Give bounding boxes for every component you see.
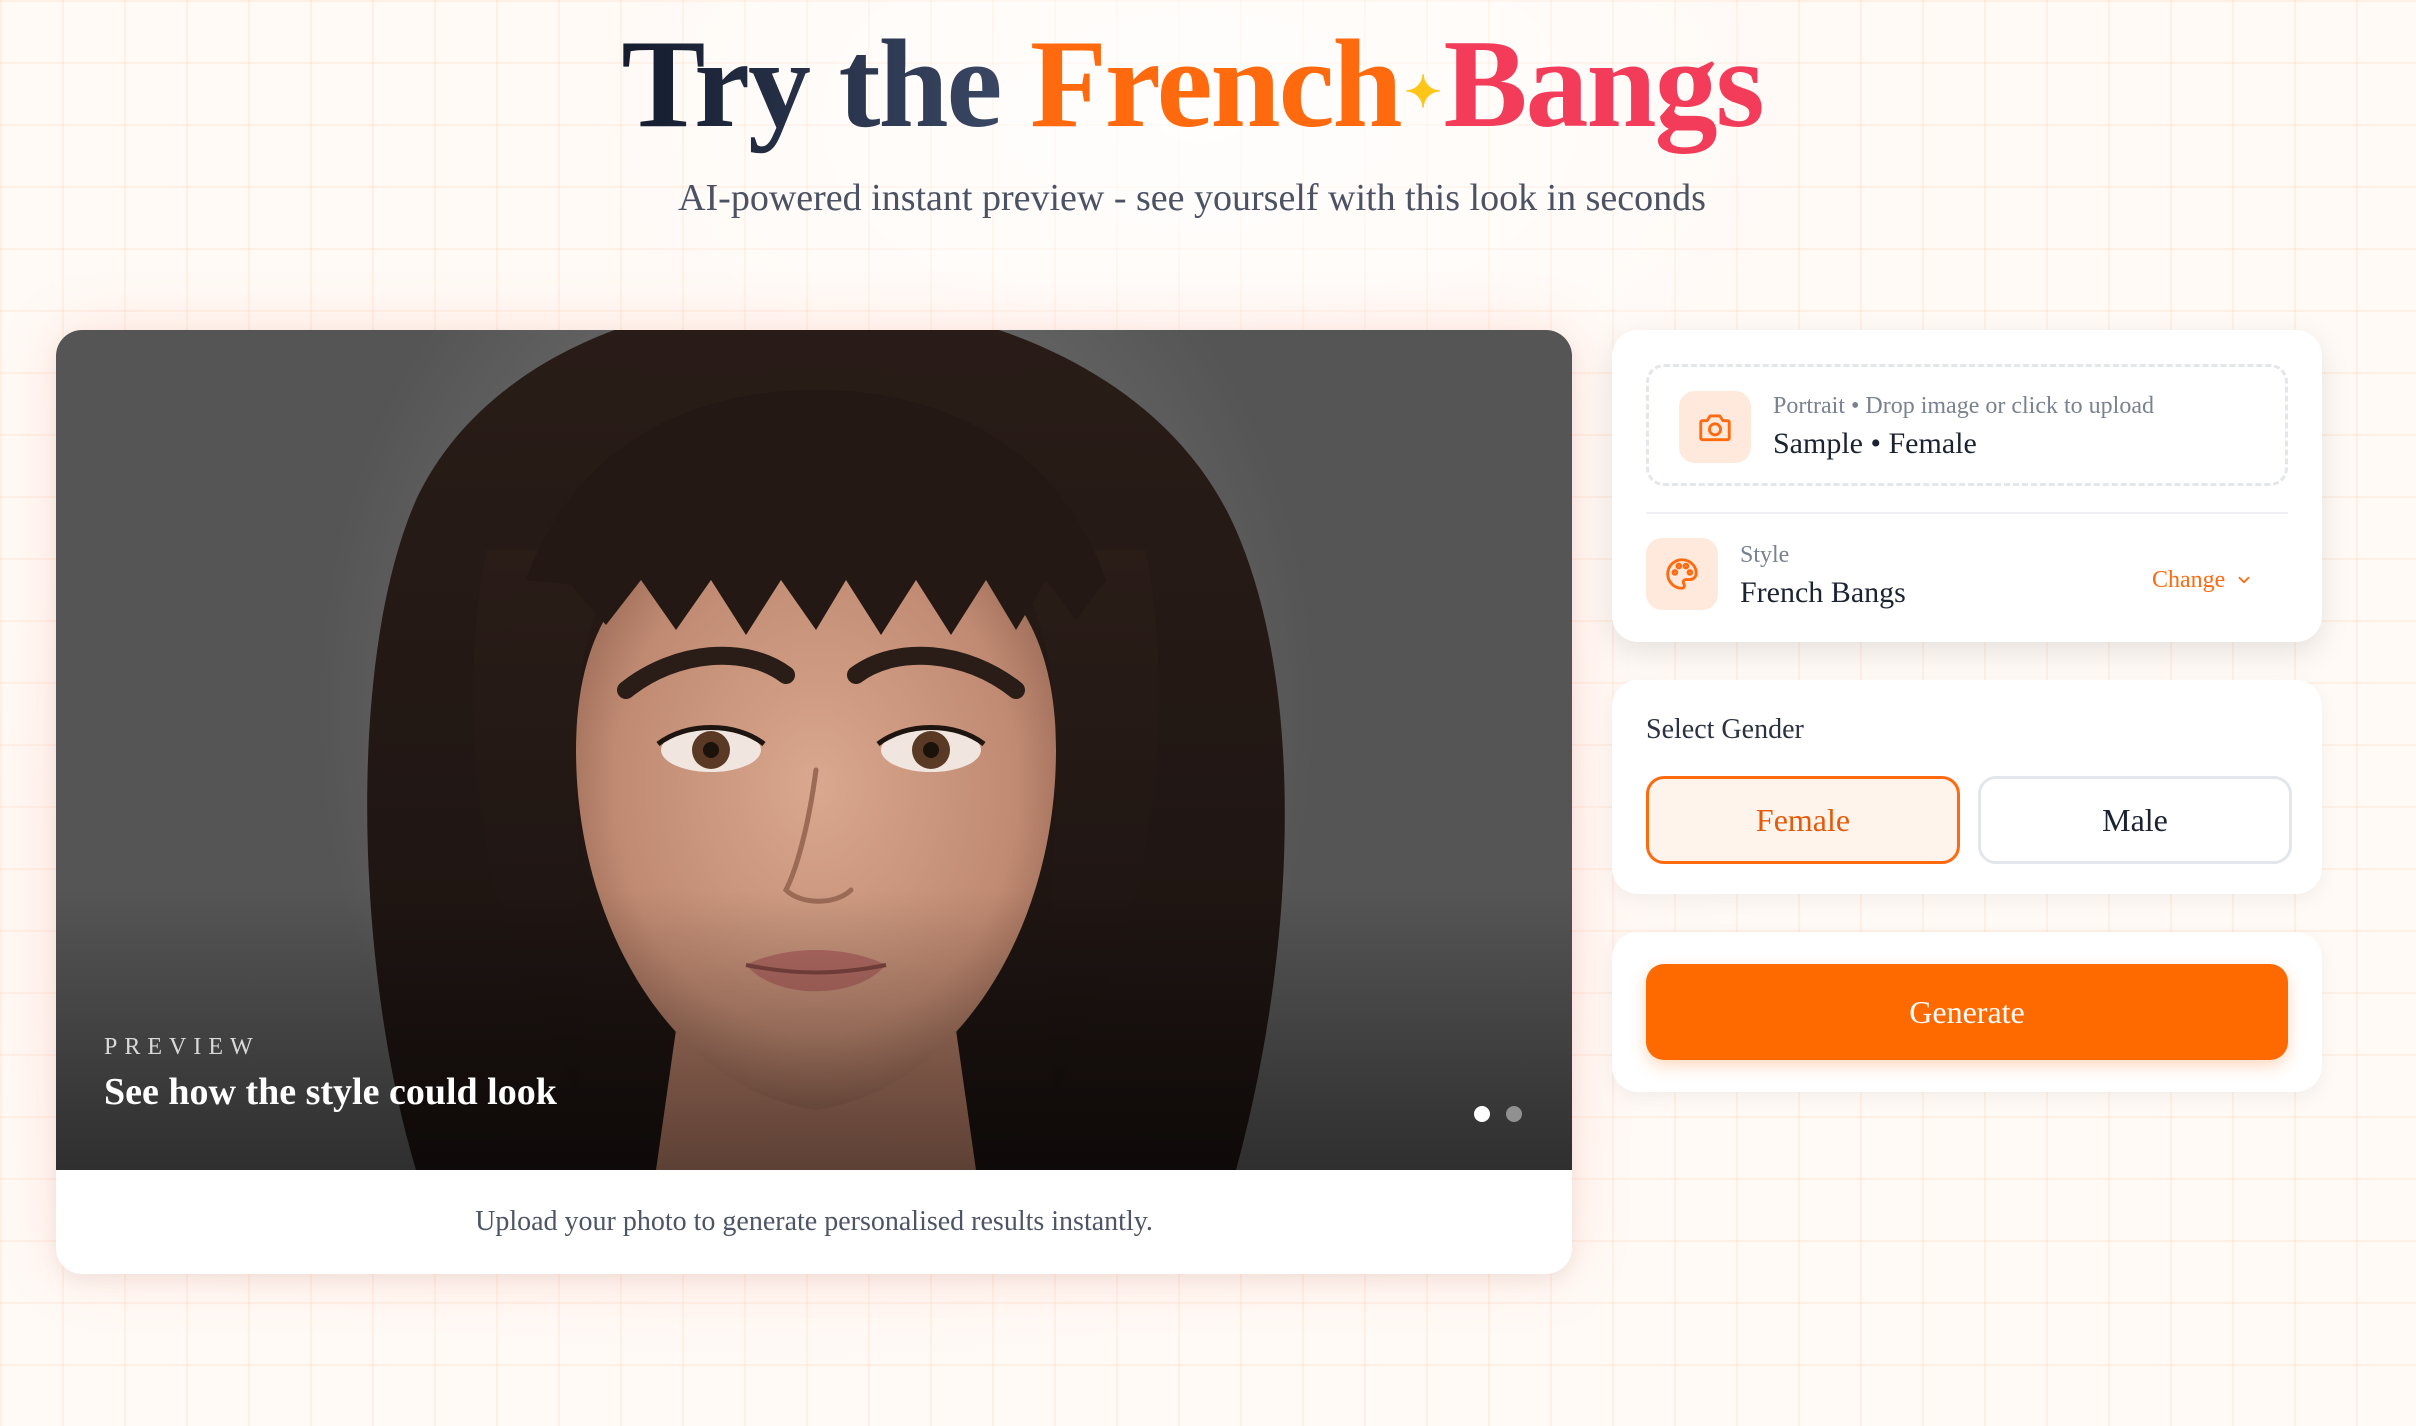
title-accent-bangs: Bangs [1443, 15, 1764, 154]
preview-headline: See how the style could look [104, 1071, 557, 1113]
page-title: Try the French✦Bangs [0, 10, 2384, 172]
divider [1646, 512, 2288, 514]
change-style-label: Change [2152, 566, 2226, 593]
generate-button[interactable]: Generate [1646, 964, 2288, 1060]
upload-dropzone[interactable]: Portrait • Drop image or click to upload… [1646, 364, 2288, 486]
carousel-dot-2[interactable] [1506, 1106, 1522, 1122]
change-style-button[interactable]: Change [2152, 560, 2253, 600]
preview-image: PREVIEW See how the style could look [56, 330, 1572, 1170]
preview-eyebrow: PREVIEW [104, 1034, 260, 1060]
generate-panel: Generate [1612, 932, 2322, 1092]
upload-value: Sample • Female [1773, 427, 1977, 460]
upload-style-panel: Portrait • Drop image or click to upload… [1612, 330, 2322, 642]
sparkle-icon: ✦ [1404, 68, 1442, 118]
preview-caption: Upload your photo to generate personalis… [475, 1206, 1153, 1237]
preview-image-shade [56, 890, 1572, 1170]
carousel-dots [1474, 1106, 1522, 1122]
upload-hint: Portrait • Drop image or click to upload [1773, 393, 2154, 419]
title-lead: Try the [621, 15, 1002, 154]
carousel-dot-1[interactable] [1474, 1106, 1490, 1122]
style-label: Style [1740, 542, 1790, 568]
palette-icon [1646, 538, 1718, 610]
gender-female-button[interactable]: Female [1646, 776, 1960, 864]
style-value: French Bangs [1740, 576, 1906, 609]
gender-panel: Select Gender Female Male [1612, 680, 2322, 894]
chevron-down-icon [2238, 576, 2250, 584]
title-accent-french: French [1029, 15, 1403, 154]
gender-male-button[interactable]: Male [1978, 776, 2292, 864]
camera-icon [1679, 391, 1751, 463]
page-subtitle: AI-powered instant preview - see yoursel… [678, 177, 1706, 219]
preview-card: PREVIEW See how the style could look Upl… [56, 330, 1572, 1274]
gender-label: Select Gender [1646, 714, 1804, 745]
